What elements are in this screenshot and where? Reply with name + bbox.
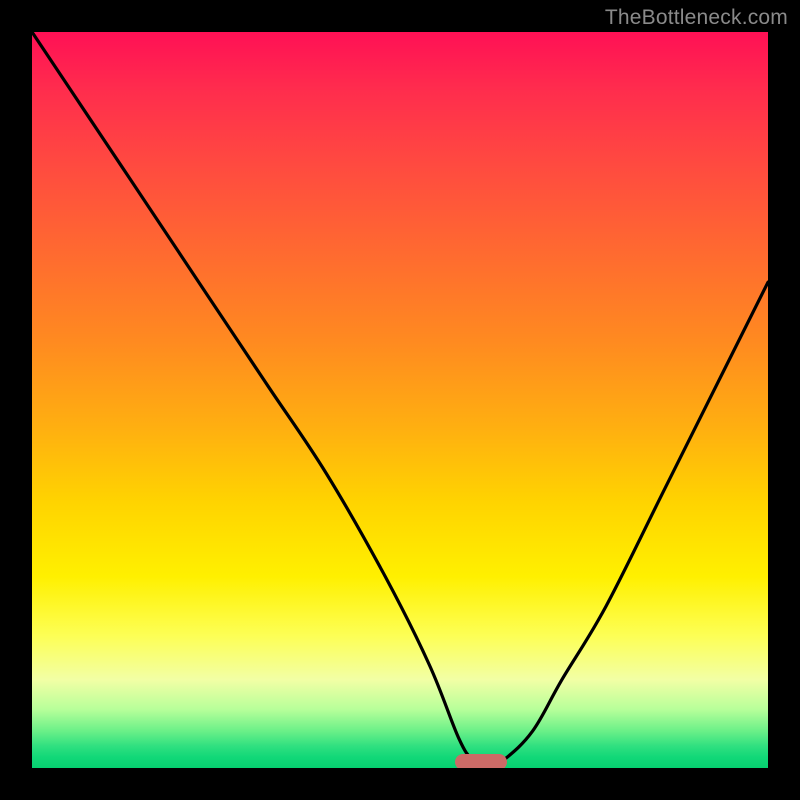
plot-area xyxy=(32,32,768,768)
optimum-marker xyxy=(455,754,507,768)
chart-frame: TheBottleneck.com xyxy=(0,0,800,800)
watermark-text: TheBottleneck.com xyxy=(605,6,788,30)
bottleneck-curve xyxy=(32,32,768,768)
curve-path xyxy=(32,32,768,768)
